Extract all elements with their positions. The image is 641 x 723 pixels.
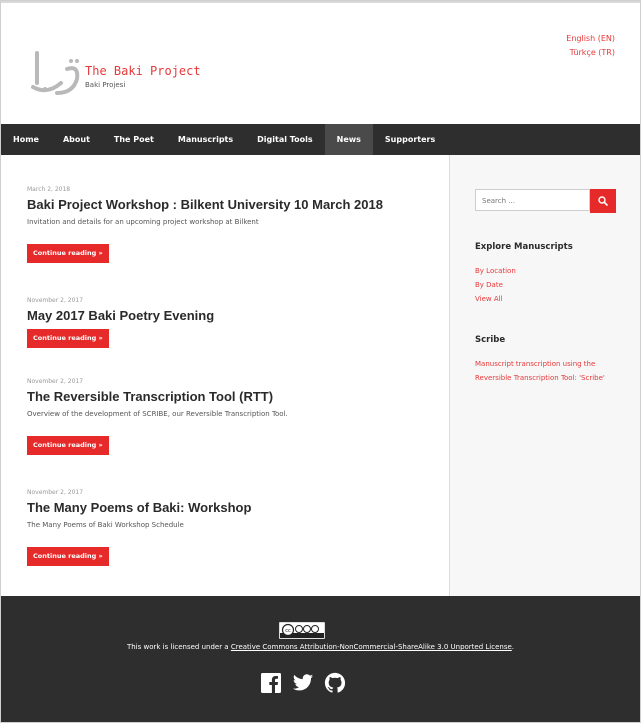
twitter-icon[interactable] [292, 672, 314, 694]
continue-reading-button[interactable]: Continue reading » [27, 244, 109, 263]
license-suffix: . [511, 643, 515, 651]
explore-manuscripts-title: Explore Manuscripts [475, 242, 573, 252]
nav-item-about[interactable]: About [51, 124, 102, 155]
by-location-link[interactable]: By Location [475, 264, 516, 278]
post-item: March 2, 2018 Baki Project Workshop : Bi… [27, 186, 437, 263]
facebook-icon[interactable] [260, 672, 282, 694]
post-list: March 2, 2018 Baki Project Workshop : Bi… [1, 155, 449, 596]
top-border [1, 1, 640, 3]
sidebar: Search ... Explore Manuscripts By Locati… [449, 155, 640, 596]
site-header: The Baki Project Baki Projesi English (E… [1, 1, 640, 124]
post-item: November 2, 2017 May 2017 Baki Poetry Ev… [27, 297, 437, 348]
site-title[interactable]: The Baki Project [85, 64, 201, 78]
explore-manuscripts-links: By Location By Date View All [475, 264, 516, 306]
creative-commons-badge-icon[interactable]: cc [279, 622, 325, 639]
post-date: March 2, 2018 [27, 186, 71, 193]
post-title[interactable]: The Reversible Transcription Tool (RTT) [27, 389, 437, 404]
search-input[interactable]: Search ... [475, 189, 590, 211]
continue-reading-button[interactable]: Continue reading » [27, 436, 109, 455]
license-prefix: This work is licensed under a [126, 643, 231, 651]
post-title[interactable]: The Many Poems of Baki: Workshop [27, 500, 437, 515]
search-icon [598, 196, 608, 206]
language-english-link[interactable]: English (EN) [566, 32, 615, 46]
nav-item-manuscripts[interactable]: Manuscripts [166, 124, 245, 155]
nav-item-supporters[interactable]: Supporters [373, 124, 447, 155]
continue-reading-button[interactable]: Continue reading » [27, 329, 109, 348]
search-form: Search ... [475, 189, 616, 213]
search-button[interactable] [590, 189, 616, 213]
nav-item-news[interactable]: News [324, 124, 373, 155]
scribe-link-line2[interactable]: Reversible Transcription Tool: 'Scribe' [475, 371, 605, 385]
post-title[interactable]: Baki Project Workshop : Bilkent Universi… [27, 197, 437, 212]
by-date-link[interactable]: By Date [475, 278, 516, 292]
license-link[interactable]: Creative Commons Attribution-NonCommerci… [231, 643, 512, 651]
baki-logo-icon[interactable] [27, 39, 87, 99]
post-item: November 2, 2017 The Reversible Transcri… [27, 378, 437, 455]
page-frame: The Baki Project Baki Projesi English (E… [0, 0, 641, 723]
post-date: November 2, 2017 [27, 378, 84, 385]
post-excerpt: The Many Poems of Baki Workshop Schedule [27, 521, 184, 529]
post-excerpt: Overview of the development of SCRIBE, o… [27, 410, 288, 418]
site-tagline: Baki Projesi [85, 81, 126, 89]
continue-reading-button[interactable]: Continue reading » [27, 547, 109, 566]
svg-text:cc: cc [285, 628, 291, 634]
social-links [260, 672, 346, 694]
github-icon[interactable] [324, 672, 346, 694]
scribe-links: Manuscript transcription using the Rever… [475, 357, 605, 385]
license-text: This work is licensed under a Creative C… [1, 643, 640, 651]
post-item: November 2, 2017 The Many Poems of Baki:… [27, 489, 437, 566]
nav-item-digital-tools[interactable]: Digital Tools [245, 124, 325, 155]
language-switcher: English (EN) Türkçe (TR) [566, 32, 615, 60]
nav-item-home[interactable]: Home [1, 124, 51, 155]
post-title[interactable]: May 2017 Baki Poetry Evening [27, 308, 437, 323]
view-all-link[interactable]: View All [475, 292, 516, 306]
site-footer: cc This work is licensed under a Creativ… [1, 596, 640, 722]
post-date: November 2, 2017 [27, 489, 84, 496]
post-date: November 2, 2017 [27, 297, 84, 304]
nav-item-the-poet[interactable]: The Poet [102, 124, 166, 155]
scribe-title: Scribe [475, 335, 506, 345]
main-nav: Home About The Poet Manuscripts Digital … [1, 124, 640, 155]
language-turkish-link[interactable]: Türkçe (TR) [566, 46, 615, 60]
scribe-link-line1[interactable]: Manuscript transcription using the [475, 357, 605, 371]
post-excerpt: Invitation and details for an upcoming p… [27, 218, 259, 226]
